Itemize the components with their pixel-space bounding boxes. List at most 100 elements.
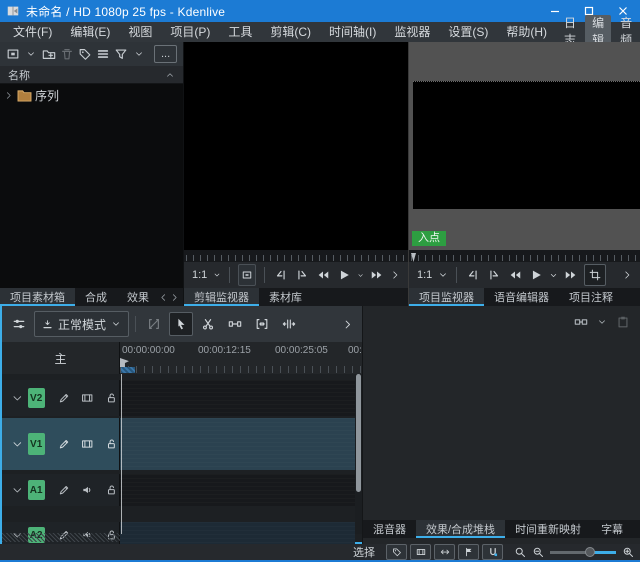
set-in-point-button[interactable] (273, 265, 289, 285)
slip-tool-button[interactable] (277, 312, 301, 336)
snap-button[interactable] (482, 544, 503, 560)
track-badge-v2[interactable]: V2 (28, 388, 45, 408)
project-monitor-ruler[interactable] (409, 250, 640, 262)
show-video-icon[interactable] (81, 437, 93, 451)
project-monitor-video[interactable] (413, 81, 640, 209)
filter-button[interactable] (112, 44, 129, 64)
view-mode-button[interactable] (94, 44, 111, 64)
tab-project-monitor[interactable]: 项目监视器 (409, 288, 484, 306)
transport-more-button[interactable] (622, 270, 632, 280)
lock-icon[interactable] (105, 483, 117, 497)
menu-view[interactable]: 视图 (119, 22, 161, 42)
track-target-icon[interactable] (58, 483, 70, 497)
zone-mode-button[interactable] (238, 264, 256, 286)
set-out-point-button[interactable] (294, 265, 310, 285)
tab-scroll-right-icon[interactable] (170, 293, 179, 302)
menu-edit[interactable]: 编辑(E) (61, 22, 119, 42)
tab-scroll-left-icon[interactable] (159, 293, 168, 302)
speaker-icon[interactable] (81, 483, 93, 497)
track-header-a1[interactable]: A1 (2, 474, 120, 506)
tab-clip-monitor[interactable]: 剪辑监视器 (184, 288, 259, 306)
zoom-in-icon[interactable] (622, 546, 634, 558)
zoom-out-icon[interactable] (532, 546, 544, 558)
chevron-down-icon[interactable] (12, 484, 23, 496)
tab-time-remap[interactable]: 时间重新映射 (505, 520, 591, 538)
chevron-down-icon[interactable] (438, 270, 448, 280)
spacer-tool-button[interactable] (223, 312, 247, 336)
menu-help[interactable]: 帮助(H) (497, 22, 556, 42)
mixed-streams-button[interactable] (434, 544, 455, 560)
fit-zoom-button[interactable] (250, 312, 274, 336)
bin-name-column-header[interactable]: 名称 (0, 66, 183, 84)
track-badge-a1[interactable]: A1 (28, 480, 45, 500)
collapse-icon[interactable] (165, 70, 175, 80)
track-target-icon[interactable] (58, 437, 70, 451)
track-settings-button[interactable] (7, 312, 31, 336)
master-track-label[interactable]: 主 (2, 342, 120, 374)
tab-compositions[interactable]: 合成 (75, 288, 117, 306)
add-clip-button[interactable] (4, 44, 21, 64)
delete-button[interactable] (58, 44, 75, 64)
play-button[interactable] (336, 265, 352, 285)
menu-clip[interactable]: 剪辑(C) (261, 22, 320, 42)
timeline-ruler[interactable]: 00:00:00:00 00:00:12:15 00:00:25:05 00: (120, 342, 362, 374)
track-target-icon[interactable] (58, 391, 70, 405)
create-folder-button[interactable] (40, 44, 57, 64)
tab-project-notes[interactable]: 项目注释 (559, 288, 623, 306)
timeline-vertical-scrollbar[interactable] (355, 374, 362, 534)
timeline-horizontal-scrollbar[interactable] (2, 533, 120, 542)
show-video-thumbnails-button[interactable] (410, 544, 431, 560)
forward-button[interactable] (563, 265, 579, 285)
tab-speech-editor[interactable]: 语音编辑器 (484, 288, 559, 306)
clip-monitor-video[interactable] (184, 42, 408, 250)
clip-monitor-ruler[interactable] (184, 250, 408, 262)
tag-button[interactable] (76, 44, 93, 64)
rewind-button[interactable] (315, 265, 331, 285)
tab-subtitles[interactable]: 字幕 (591, 520, 633, 538)
track-lane-v1[interactable] (120, 418, 355, 470)
filter-dropdown[interactable] (130, 44, 147, 64)
zoom-slider[interactable] (550, 546, 616, 558)
expander-icon[interactable] (2, 91, 14, 100)
show-video-icon[interactable] (81, 391, 93, 405)
rewind-button[interactable] (507, 265, 523, 285)
track-badge-v1[interactable]: V1 (28, 433, 45, 455)
razor-tool-button[interactable] (196, 312, 220, 336)
chevron-down-icon[interactable] (12, 392, 23, 404)
forward-button[interactable] (369, 265, 385, 285)
track-header-v2[interactable]: V2 (2, 380, 120, 416)
menu-tools[interactable]: 工具 (219, 22, 261, 42)
tab-audio-mixer[interactable]: 混音器 (363, 520, 416, 538)
play-dropdown-icon[interactable] (549, 271, 558, 280)
chevron-down-icon[interactable] (597, 317, 607, 327)
bin-item-sequences[interactable]: 序列 (0, 84, 183, 107)
track-header-v1[interactable]: V1 (2, 418, 120, 470)
add-clip-dropdown[interactable] (22, 44, 39, 64)
zoom-slider-handle[interactable] (585, 547, 595, 557)
edit-mode-select[interactable]: 正常模式 (34, 311, 129, 337)
bin-overflow-button[interactable]: ... (154, 45, 177, 63)
timeline-playhead[interactable] (121, 374, 122, 534)
track-lane-v2[interactable] (120, 380, 355, 416)
tab-effects[interactable]: 效果 (117, 288, 159, 306)
menu-timeline[interactable]: 时间轴(I) (320, 22, 385, 42)
zone-crop-button[interactable] (584, 264, 606, 286)
lock-icon[interactable] (105, 437, 117, 451)
chevron-down-icon[interactable] (12, 438, 23, 450)
project-monitor-zoom-value[interactable]: 1:1 (417, 269, 432, 281)
set-in-point-button[interactable] (465, 265, 481, 285)
menu-settings[interactable]: 设置(S) (439, 22, 497, 42)
tab-library[interactable]: 素材库 (259, 288, 312, 306)
track-lane-a1[interactable] (120, 474, 355, 506)
show-audio-thumbnails-button[interactable] (458, 544, 479, 560)
menu-project[interactable]: 项目(P) (161, 22, 219, 42)
select-tool-button[interactable] (169, 312, 193, 336)
menu-monitor[interactable]: 监视器 (385, 22, 439, 42)
clip-monitor-zoom-value[interactable]: 1:1 (192, 269, 207, 281)
timeline-toolbar-more-button[interactable] (342, 319, 357, 330)
transport-more-button[interactable] (390, 270, 400, 280)
paste-icon[interactable] (616, 315, 630, 329)
play-dropdown-icon[interactable] (357, 271, 364, 280)
tab-effect-stack[interactable]: 效果/合成堆栈 (416, 520, 505, 538)
zoom-fit-icon[interactable] (514, 546, 526, 558)
